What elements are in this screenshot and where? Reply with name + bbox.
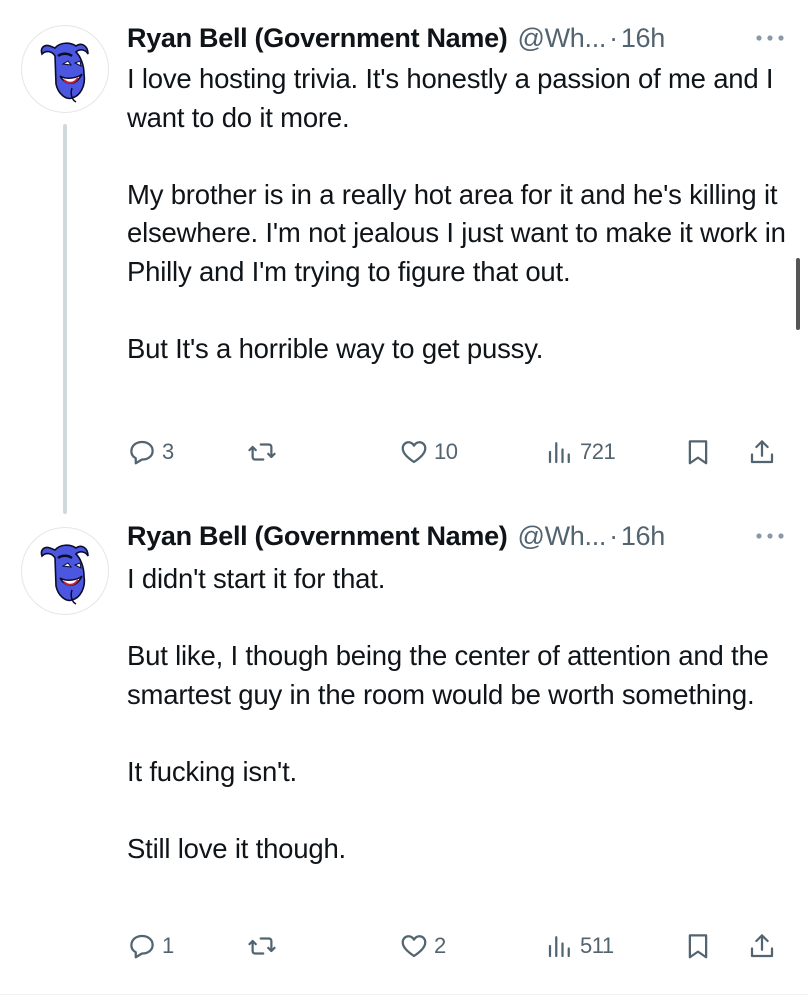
tweet-header: Ryan Bell (Government Name) @Wh... · 16h [127,516,665,556]
like-count: 10 [434,439,458,464]
share-upload-icon [750,440,774,464]
blue-genie-avatar-icon [40,42,89,103]
tweet-paragraph: My brother is in a really hot area for i… [127,178,786,287]
tweet-text: I didn't start it for that. But like, I … [127,560,787,868]
repost-arrows-icon [248,937,276,955]
bookmark-icon [688,934,708,959]
share-button[interactable] [747,926,777,966]
heart-icon [401,935,427,958]
reply-button[interactable]: 3 [127,432,174,472]
like-button[interactable]: 2 [399,926,446,966]
tweet-header: Ryan Bell (Government Name) @Wh... · 16h [127,18,665,58]
more-options-button[interactable] [752,28,788,48]
tweet-actions: 3 10 721 [127,432,787,472]
user-handle[interactable]: @Wh... [518,18,607,58]
repost-button[interactable] [247,926,282,966]
divider [0,994,808,995]
repost-button[interactable] [247,432,282,472]
tweet[interactable]: Ryan Bell (Government Name) @Wh... · 16h… [0,500,808,992]
tweet[interactable]: Ryan Bell (Government Name) @Wh... · 16h… [0,0,808,514]
scrollbar-thumb[interactable] [796,258,800,330]
repost-arrows-icon [248,443,276,461]
avatar[interactable] [22,528,108,614]
tweet-text: I love hosting trivia. It's honestly a p… [127,60,787,368]
views-bars-icon [548,936,570,958]
separator-dot: · [609,23,618,53]
tweet-paragraph: It fucking isn't. [127,755,297,787]
views-button[interactable]: 721 [545,432,616,472]
tweet-actions: 1 2 511 [127,926,787,966]
more-options-button[interactable] [752,526,788,546]
like-count: 2 [434,933,446,958]
heart-icon [401,441,427,464]
more-dots-icon [756,533,784,539]
bookmark-icon [688,440,708,465]
views-bars-icon [548,442,570,464]
like-button[interactable]: 10 [399,432,458,472]
views-button[interactable]: 511 [545,926,614,966]
share-upload-icon [750,934,774,958]
views-count: 511 [580,933,614,958]
display-name[interactable]: Ryan Bell (Government Name) [127,516,508,556]
share-button[interactable] [747,432,777,472]
bookmark-button[interactable] [683,926,713,966]
reply-count: 1 [162,933,174,958]
views-count: 721 [580,439,616,464]
blue-genie-avatar-icon [40,544,89,605]
timestamp[interactable]: 16h [621,18,665,58]
tweet-thread: Ryan Bell (Government Name) @Wh... · 16h… [0,0,808,1000]
avatar[interactable] [22,26,108,112]
display-name[interactable]: Ryan Bell (Government Name) [127,18,508,58]
tweet-paragraph: Still love it though. [127,832,346,864]
tweet-paragraph: I didn't start it for that. [127,563,386,594]
reply-button[interactable]: 1 [127,926,174,966]
separator-dot: · [609,521,618,551]
reply-bubble-icon [130,440,154,465]
tweet-paragraph: But It's a horrible way to get pussy. [127,332,544,364]
more-dots-icon [756,35,784,41]
thread-connector-line [63,124,67,514]
reply-count: 3 [162,439,174,464]
tweet-paragraph: I love hosting trivia. It's honestly a p… [127,63,774,133]
user-handle[interactable]: @Wh... [518,516,607,556]
timestamp[interactable]: 16h [621,516,665,556]
bookmark-button[interactable] [683,432,713,472]
tweet-paragraph: But like, I though being the center of a… [127,640,769,710]
reply-bubble-icon [130,934,154,959]
